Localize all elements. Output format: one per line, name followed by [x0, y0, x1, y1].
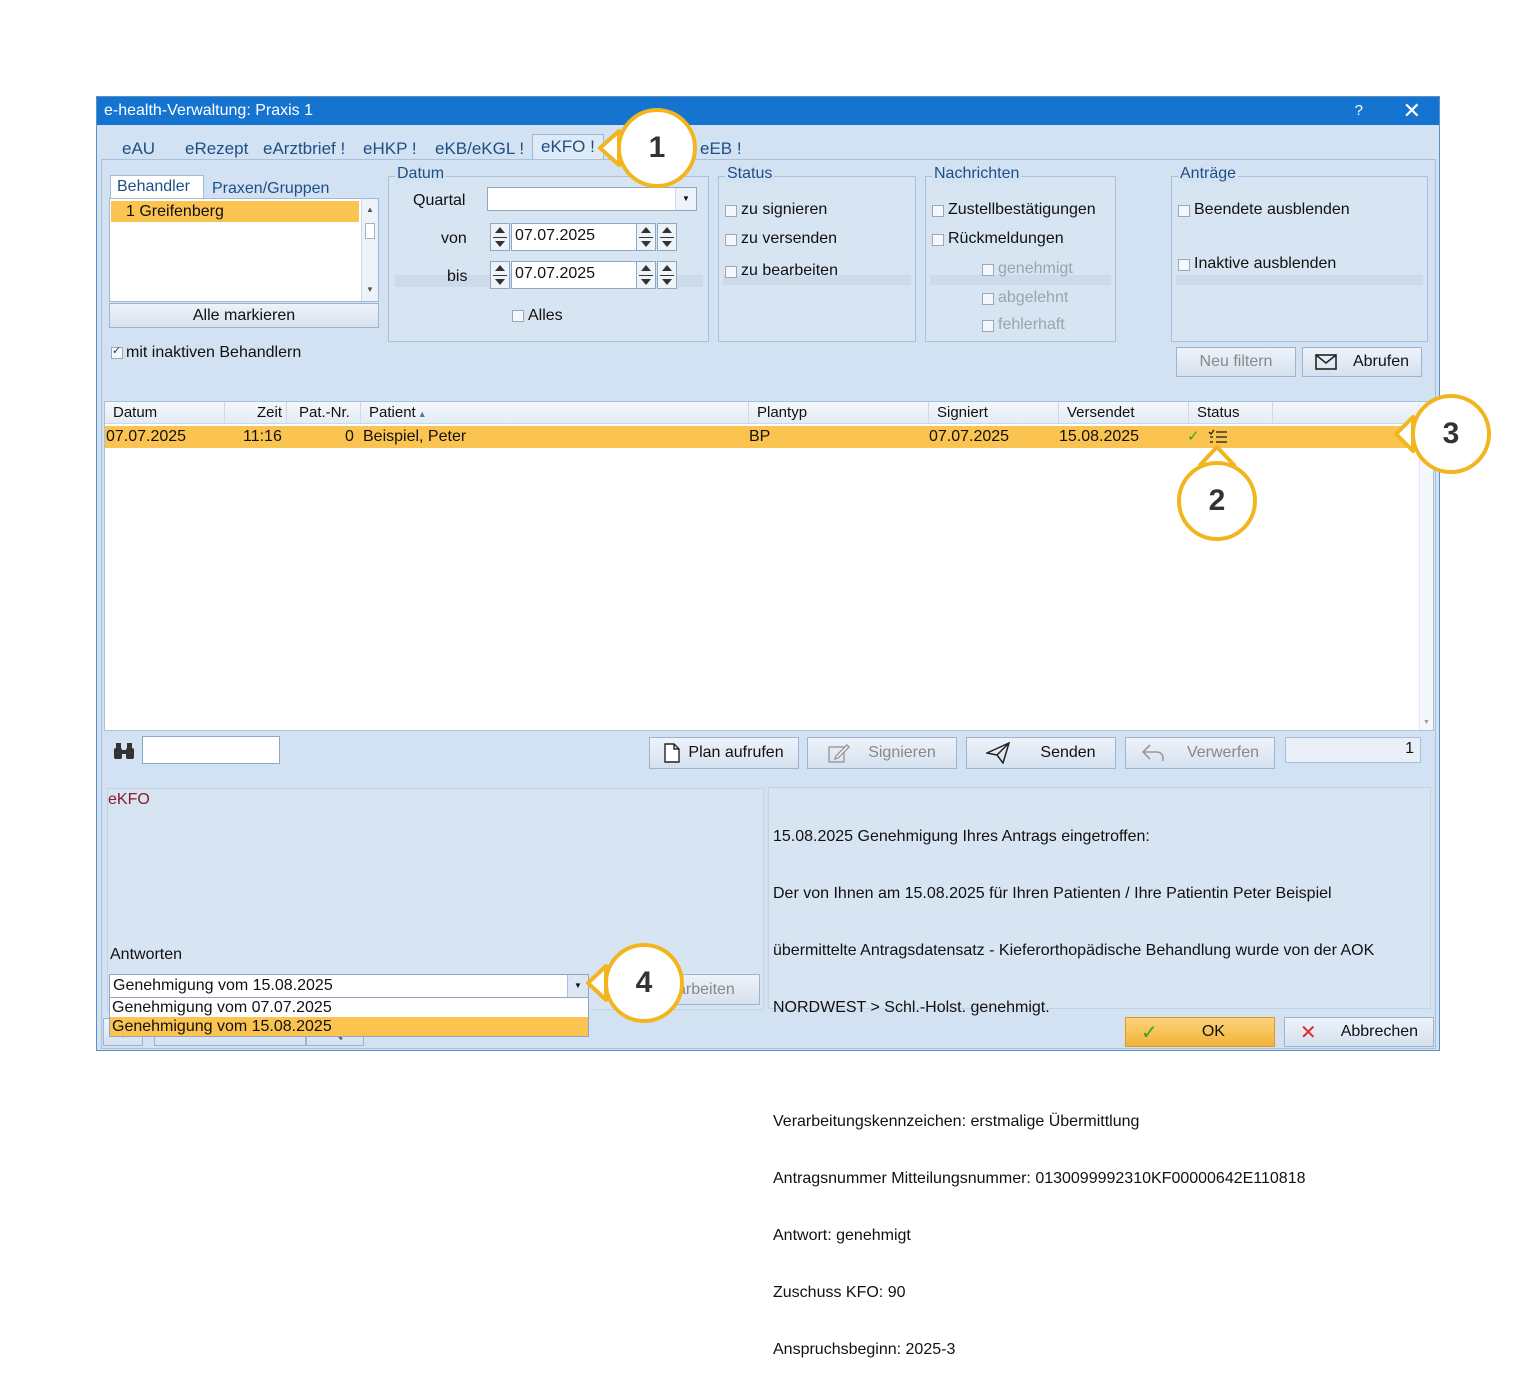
message-line: Anspruchsbeginn: 2025-3	[773, 1341, 956, 1358]
message-line: Zuschuss KFO: 90	[773, 1284, 906, 1301]
callout-badge: 3	[1411, 394, 1491, 474]
callout-pointers	[586, 129, 1415, 1002]
callout-badge: 1	[617, 108, 697, 188]
message-line: Antragsnummer Mitteilungsnummer: 0130099…	[773, 1170, 1306, 1187]
message-line: Antwort: genehmigt	[773, 1227, 911, 1244]
callout-badge: 4	[604, 943, 684, 1023]
callout-badge: 2	[1177, 461, 1257, 541]
